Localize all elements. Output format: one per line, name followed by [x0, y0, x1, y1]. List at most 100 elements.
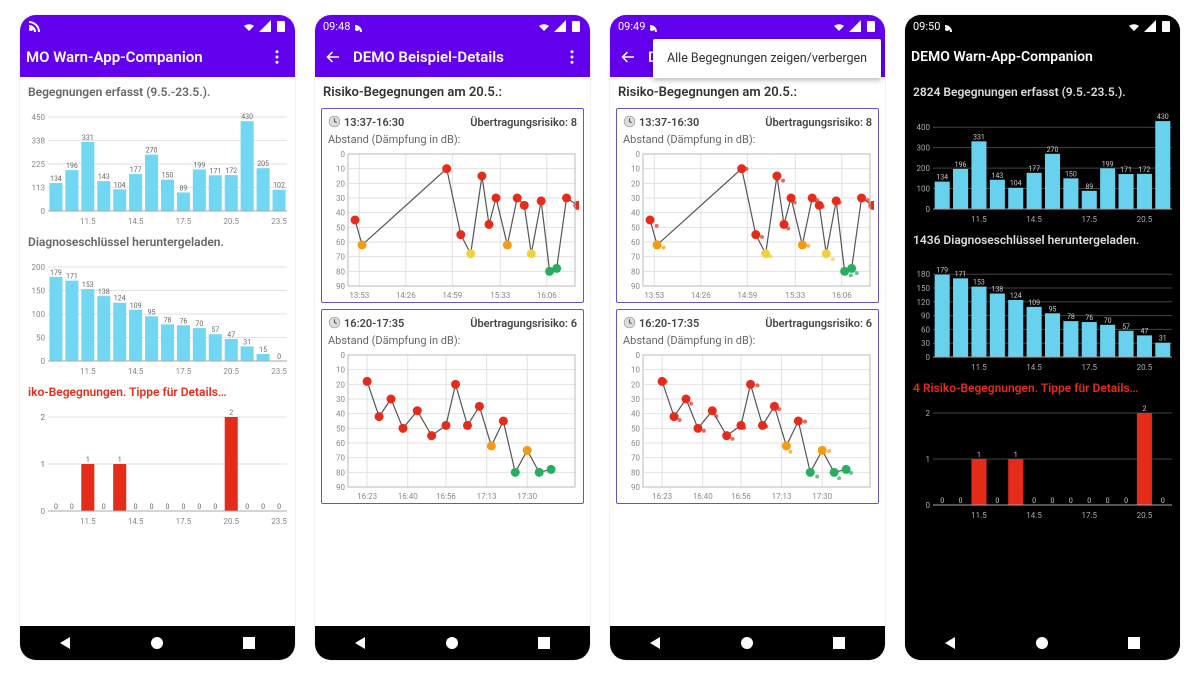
svg-text:23.5: 23.5: [271, 217, 287, 226]
svg-text:17.5: 17.5: [176, 367, 192, 376]
svg-text:143: 143: [98, 173, 110, 181]
nav-bar: [610, 626, 885, 660]
nav-bar: [905, 626, 1180, 660]
svg-text:102: 102: [273, 182, 285, 190]
nav-home-icon[interactable]: [739, 635, 755, 651]
svg-text:30: 30: [336, 194, 345, 203]
svg-text:0: 0: [54, 503, 58, 511]
encounter-card[interactable]: 13:37-16:30 Übertragungsrisiko: 8 Abstan…: [616, 108, 879, 303]
svg-text:199: 199: [1102, 160, 1114, 168]
nav-back-icon[interactable]: [58, 635, 74, 651]
nav-home-icon[interactable]: [149, 635, 165, 651]
bar-chart-risk[interactable]: 012001010000002011.514.517.520.5: [911, 403, 1174, 521]
svg-text:40: 40: [336, 209, 345, 218]
overflow-menu-icon[interactable]: [265, 45, 289, 69]
bar-chart-encounters[interactable]: 0113225338450134196331143104177270150891…: [26, 107, 289, 227]
svg-text:20: 20: [336, 380, 345, 389]
svg-text:0: 0: [70, 503, 74, 511]
back-button[interactable]: [321, 45, 345, 69]
nav-home-icon[interactable]: [1034, 635, 1050, 651]
signal-icon: [554, 20, 566, 32]
svg-text:171: 171: [209, 167, 221, 175]
overflow-menu-item[interactable]: Alle Begegnungen zeigen/verbergen: [653, 39, 881, 78]
svg-text:109: 109: [1028, 299, 1040, 307]
svg-text:11.5: 11.5: [971, 363, 987, 372]
nav-recent-icon[interactable]: [241, 635, 257, 651]
svg-text:10: 10: [631, 366, 640, 375]
svg-text:16:56: 16:56: [731, 492, 751, 501]
svg-text:1: 1: [41, 460, 46, 469]
nav-recent-icon[interactable]: [831, 635, 847, 651]
svg-text:16:06: 16:06: [537, 291, 557, 300]
svg-text:104: 104: [114, 181, 126, 189]
svg-text:90: 90: [631, 282, 640, 291]
svg-text:78: 78: [164, 316, 172, 324]
nav-back-icon[interactable]: [353, 635, 369, 651]
back-button[interactable]: [616, 45, 640, 69]
nav-back-icon[interactable]: [648, 635, 664, 651]
svg-text:60: 60: [631, 439, 640, 448]
svg-text:0: 0: [277, 353, 281, 361]
svg-text:14:26: 14:26: [691, 291, 711, 300]
svg-text:270: 270: [146, 147, 158, 155]
card-time: 16:20-17:35: [623, 316, 699, 330]
svg-text:180: 180: [917, 270, 931, 279]
svg-text:0: 0: [41, 507, 46, 516]
bar-chart-encounters[interactable]: 0100200300400134196331143104177270150891…: [911, 107, 1174, 225]
nav-bar: [20, 626, 295, 660]
svg-text:47: 47: [1140, 327, 1148, 335]
svg-text:20.5: 20.5: [223, 517, 239, 526]
svg-text:0: 0: [41, 357, 46, 366]
svg-text:70: 70: [195, 320, 203, 328]
svg-text:17:13: 17:13: [772, 492, 792, 501]
battery-icon: [570, 20, 582, 32]
clock-icon: [328, 115, 341, 128]
clock-icon: [623, 316, 636, 329]
svg-text:57: 57: [1122, 323, 1130, 331]
svg-text:0: 0: [150, 503, 154, 511]
svg-text:16:40: 16:40: [398, 492, 418, 501]
overflow-menu-icon[interactable]: [560, 45, 584, 69]
encounter-card[interactable]: 13:37-16:30 Übertragungsrisiko: 8 Abstan…: [321, 108, 584, 303]
encounter-card[interactable]: 16:20-17:35 Übertragungsrisiko: 6 Abstan…: [321, 309, 584, 504]
svg-text:171: 171: [1120, 166, 1132, 174]
svg-text:2: 2: [229, 409, 233, 417]
nav-recent-icon[interactable]: [536, 635, 552, 651]
encounter-card[interactable]: 16:20-17:35 Übertragungsrisiko: 6 Abstan…: [616, 309, 879, 504]
battery-icon: [1160, 20, 1172, 32]
svg-text:0: 0: [636, 150, 641, 159]
svg-text:0: 0: [166, 503, 170, 511]
svg-text:2: 2: [41, 413, 46, 422]
svg-text:134: 134: [50, 175, 62, 183]
svg-text:150: 150: [917, 284, 931, 293]
cast-icon: [354, 20, 366, 32]
svg-text:150: 150: [162, 172, 174, 180]
svg-text:50: 50: [631, 424, 640, 433]
scatter-chart: 010203040506070809013:5314:2614:5915:331…: [623, 150, 872, 300]
svg-text:70: 70: [336, 253, 345, 262]
svg-text:23.5: 23.5: [271, 367, 287, 376]
svg-text:0: 0: [341, 150, 346, 159]
svg-text:76: 76: [179, 317, 187, 325]
app-bar: DEMO Beispiel-Details: [315, 37, 590, 77]
svg-text:70: 70: [1104, 317, 1112, 325]
nav-recent-icon[interactable]: [1126, 635, 1142, 651]
svg-text:0: 0: [1032, 497, 1036, 505]
nav-back-icon[interactable]: [943, 635, 959, 651]
section-heading-risk[interactable]: iko-Begegnungen. Tippe für Details…: [28, 385, 287, 399]
wifi-icon: [833, 20, 845, 32]
nav-home-icon[interactable]: [444, 635, 460, 651]
svg-text:20.5: 20.5: [1137, 363, 1153, 372]
svg-text:14:26: 14:26: [396, 291, 416, 300]
section-heading-risk[interactable]: 4 Risiko-Begegnungen. Tippe für Details…: [913, 381, 1172, 395]
svg-text:50: 50: [36, 334, 45, 343]
svg-text:17:30: 17:30: [812, 492, 832, 501]
bar-chart-risk[interactable]: 0112200101000000200011.514.517.520.523.5: [26, 407, 289, 527]
bar-chart-keys[interactable]: 0501001502001791711531381241099578767057…: [26, 257, 289, 377]
svg-text:0: 0: [213, 503, 217, 511]
bar-chart-keys[interactable]: 0306090120150180179171153138124109957876…: [911, 255, 1174, 373]
svg-text:13:53: 13:53: [349, 291, 369, 300]
status-bar: 09:50: [905, 15, 1180, 37]
svg-text:138: 138: [991, 286, 1003, 294]
svg-text:11.5: 11.5: [80, 367, 96, 376]
